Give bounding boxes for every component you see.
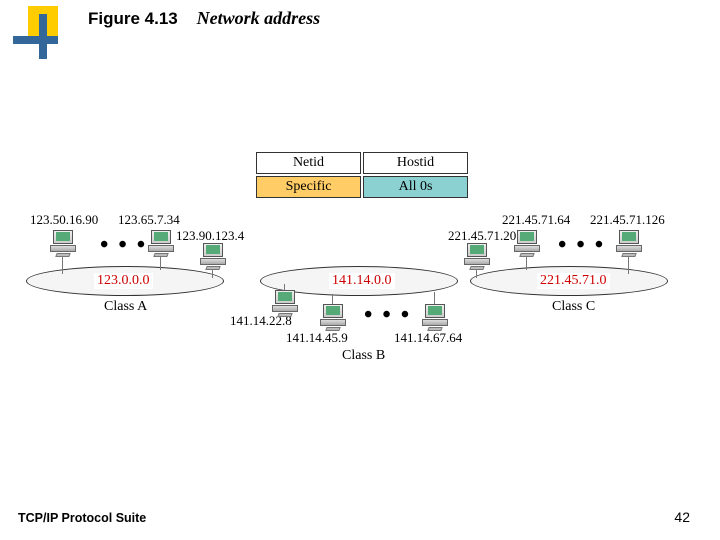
computer-icon [48, 230, 78, 256]
host-ip: 221.45.71.126 [590, 212, 665, 228]
figure-caption: Network address [197, 8, 321, 28]
network-address: 221.45.71.0 [537, 273, 610, 289]
table-cell-allzeros: All 0s [363, 176, 468, 198]
computer-icon [146, 230, 176, 256]
host-ip: 123.50.16.90 [30, 212, 98, 228]
computer-icon [512, 230, 542, 256]
connector-line [628, 256, 629, 274]
address-structure-table: Netid Hostid Specific All 0s [254, 150, 470, 200]
host-ip: 141.14.45.9 [286, 330, 348, 346]
connector-line [160, 256, 161, 270]
class-label: Class B [342, 348, 385, 364]
table-header-hostid: Hostid [363, 152, 468, 174]
host-ip: 221.45.71.20 [448, 228, 516, 244]
connector-line [62, 256, 63, 274]
footer-text: TCP/IP Protocol Suite [18, 511, 146, 525]
computer-icon [420, 304, 450, 330]
host-ip: 221.45.71.64 [502, 212, 570, 228]
diagram-area: Netid Hostid Specific All 0s 123.50.16.9… [0, 150, 720, 470]
host-ip: 123.65.7.34 [118, 212, 180, 228]
connector-line [212, 269, 213, 278]
network-address: 123.0.0.0 [94, 273, 153, 289]
class-label: Class A [104, 299, 147, 315]
table-cell-specific: Specific [256, 176, 361, 198]
network-address: 141.14.0.0 [329, 273, 395, 289]
ellipsis-dots: • • • [558, 232, 605, 259]
connector-line [526, 256, 527, 270]
host-ip: 123.90.123.4 [176, 228, 244, 244]
page-number: 42 [674, 509, 690, 525]
class-label: Class C [552, 299, 595, 315]
ellipsis-dots: • • • [100, 232, 147, 259]
computer-icon [318, 304, 348, 330]
computer-icon [270, 290, 300, 316]
computer-icon [462, 243, 492, 269]
ellipsis-dots: • • • [364, 302, 411, 329]
connector-line [476, 269, 477, 278]
slide-title: Figure 4.13 Network address [88, 8, 320, 29]
figure-number: Figure 4.13 [88, 9, 178, 28]
computer-icon [614, 230, 644, 256]
computer-icon [198, 243, 228, 269]
table-header-netid: Netid [256, 152, 361, 174]
host-ip: 141.14.67.64 [394, 330, 462, 346]
